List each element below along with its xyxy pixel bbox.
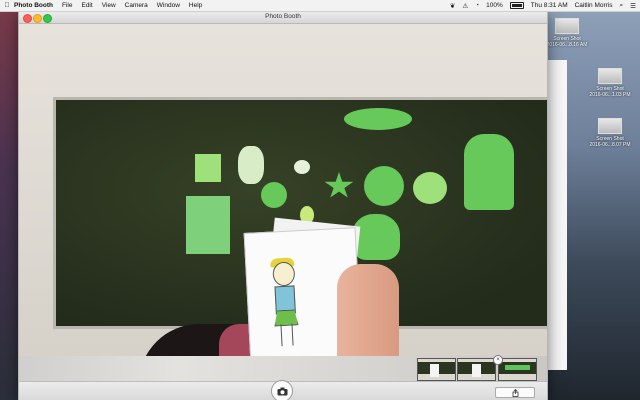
window-title: Photo Booth xyxy=(265,13,301,20)
paper-apple xyxy=(294,160,310,174)
menu-file[interactable]: File xyxy=(62,2,72,9)
desktop-wallpaper-left xyxy=(0,11,18,400)
spotlight-search-icon[interactable]: ⌕ xyxy=(620,2,624,10)
app-menu[interactable]: Photo Booth xyxy=(14,2,53,9)
menu-bar:  Photo Booth File Edit View Camera Wind… xyxy=(0,0,640,12)
battery-icon[interactable] xyxy=(509,2,524,9)
notification-center-icon[interactable]: ☰ xyxy=(630,2,636,10)
share-button[interactable] xyxy=(495,387,535,398)
bottom-toolbar xyxy=(19,380,547,400)
photo-filmstrip: × xyxy=(19,355,547,381)
background-window[interactable] xyxy=(546,60,567,370)
filmstrip-thumbnail[interactable] xyxy=(457,358,496,381)
share-icon xyxy=(512,388,518,397)
apple-menu-icon[interactable]:  xyxy=(0,2,14,9)
paper-note xyxy=(195,154,221,182)
user-name[interactable]: Caitlin Morris xyxy=(575,2,613,9)
take-photo-button[interactable] xyxy=(271,380,293,400)
status-alert-icon[interactable]: ⚠ xyxy=(462,2,468,10)
desktop-file-icon[interactable]: Screen Shot 2016-06...8.07 PM xyxy=(580,118,640,148)
status-app-icon[interactable]: ❦ xyxy=(450,2,455,10)
menu-window[interactable]: Window xyxy=(157,2,180,9)
file-thumbnail xyxy=(555,18,579,34)
camera-preview xyxy=(19,24,547,356)
paper-lime xyxy=(413,172,447,204)
menu-camera[interactable]: Camera xyxy=(125,2,148,9)
clock[interactable]: Thu 8:31 AM xyxy=(531,2,568,9)
file-date: 2016-06...1.03 PM xyxy=(589,92,631,98)
file-thumbnail xyxy=(598,118,622,134)
delete-thumbnail-close-icon[interactable]: × xyxy=(493,355,503,365)
filmstrip-thumbnail[interactable] xyxy=(498,358,537,381)
paper-cactus xyxy=(464,134,514,210)
paper-rectangle xyxy=(186,196,230,254)
paper-oval xyxy=(344,108,412,130)
file-thumbnail xyxy=(598,68,622,84)
person-hand xyxy=(337,264,399,356)
desktop-file-icon[interactable]: Screen Shot 2016-06...1.03 PM xyxy=(580,68,640,98)
menu-edit[interactable]: Edit xyxy=(81,2,92,9)
paper-face xyxy=(364,166,404,206)
title-bar[interactable]: Photo Booth xyxy=(19,12,547,24)
paper-circle xyxy=(261,182,287,208)
paper-butterfly xyxy=(238,146,264,184)
wifi-icon[interactable]: ◔ xyxy=(475,2,479,9)
filmstrip-thumbnail[interactable] xyxy=(417,358,456,381)
battery-percent: 100% xyxy=(486,2,503,9)
camera-icon xyxy=(277,387,287,395)
menu-help[interactable]: Help xyxy=(189,2,202,9)
photo-booth-window: Photo Booth × xyxy=(18,11,548,400)
file-date: 2016-06...8.07 PM xyxy=(589,142,631,148)
menu-view[interactable]: View xyxy=(102,2,116,9)
